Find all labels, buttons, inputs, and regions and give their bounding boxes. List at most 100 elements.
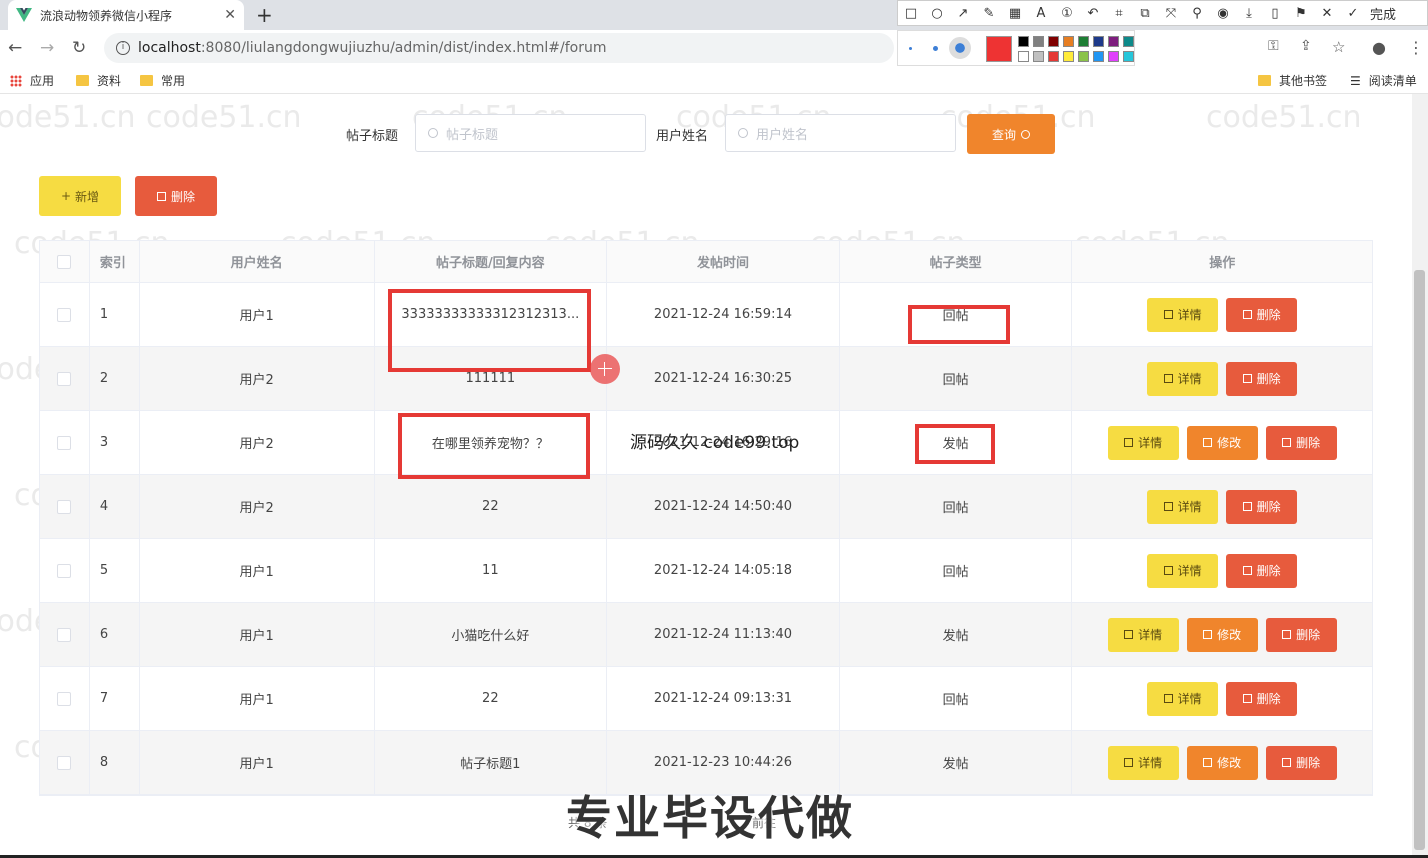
menu-icon[interactable]: ⋮ — [1408, 38, 1424, 57]
color-swatch[interactable] — [1123, 51, 1134, 62]
bookmark-apps[interactable]: 应用 — [10, 72, 54, 89]
row-checkbox[interactable] — [57, 307, 72, 322]
address-bar[interactable]: i localhost:8080/liulangdongwujiuzhu/adm… — [104, 33, 894, 63]
color-swatch[interactable] — [1123, 36, 1134, 47]
detail-button[interactable]: 详情 — [1107, 745, 1179, 780]
url-path: :8080/liulangdongwujiuzhu/admin/dist/ind… — [200, 40, 607, 56]
color-swatch[interactable] — [1078, 36, 1089, 47]
title-search-input[interactable]: 帖子标题 — [415, 114, 646, 152]
bookmark-icon[interactable]: ⚑ — [1288, 6, 1314, 21]
share-icon[interactable]: ⇪ — [1300, 38, 1312, 54]
pen-tool-icon[interactable]: ✎ — [976, 6, 1002, 21]
query-button[interactable]: 查询 — [967, 114, 1055, 154]
done-button[interactable]: 完成 — [1370, 4, 1396, 23]
reading-list[interactable]: ☰ 阅读清单 — [1350, 72, 1417, 89]
color-swatch[interactable] — [1033, 51, 1044, 62]
scrollbar-thumb[interactable] — [1414, 270, 1425, 850]
profile-icon[interactable]: ● — [1372, 38, 1386, 57]
delete-button[interactable]: 删除 — [1265, 745, 1337, 780]
mosaic-tool-icon[interactable]: ▦ — [1002, 6, 1028, 21]
pin-icon[interactable]: ⚲ — [1184, 6, 1210, 21]
confirm-icon[interactable]: ✓ — [1340, 6, 1366, 21]
detail-button[interactable]: 详情 — [1147, 361, 1219, 396]
color-swatch[interactable] — [1078, 51, 1089, 62]
pencil-icon — [1203, 438, 1213, 447]
new-tab-icon[interactable]: + — [256, 3, 273, 27]
row-time: 2021-12-24 16:59:14 — [607, 283, 840, 346]
delete-button[interactable]: 删除 — [1226, 553, 1298, 588]
key-icon[interactable]: ⚿ — [1268, 38, 1279, 54]
delete-button[interactable]: 删除 — [1226, 489, 1298, 524]
edit-button[interactable]: 修改 — [1186, 617, 1258, 652]
delete-button[interactable]: 删除 — [1226, 297, 1298, 332]
color-swatch[interactable] — [1048, 36, 1059, 47]
batch-delete-button[interactable]: 删除 — [135, 176, 217, 216]
record-icon[interactable]: ◉ — [1210, 6, 1236, 21]
bookmark-folder[interactable]: 常用 — [140, 72, 185, 89]
color-swatch[interactable] — [1018, 51, 1029, 62]
delete-button[interactable]: 删除 — [1226, 681, 1298, 716]
bookmark-folder[interactable]: 资料 — [76, 72, 121, 89]
delete-button[interactable]: 删除 — [1226, 361, 1298, 396]
color-swatch[interactable] — [1048, 51, 1059, 62]
edit-button[interactable]: 修改 — [1186, 745, 1258, 780]
ellipse-tool-icon[interactable]: ○ — [924, 6, 950, 21]
small-size-dot[interactable] — [909, 47, 912, 50]
detail-button[interactable]: 详情 — [1147, 553, 1219, 588]
reload-icon[interactable]: ↻ — [72, 38, 86, 58]
add-button[interactable]: + 新增 — [39, 176, 121, 216]
row-select-cell — [40, 347, 90, 410]
row-checkbox[interactable] — [57, 563, 72, 578]
user-search-input[interactable]: 用户姓名 — [725, 114, 956, 152]
detail-button[interactable]: 详情 — [1147, 681, 1219, 716]
color-swatch[interactable] — [1093, 51, 1104, 62]
bookmark-other[interactable]: 其他书签 — [1258, 72, 1327, 89]
row-index: 4 — [90, 475, 140, 538]
color-swatch[interactable] — [1108, 51, 1119, 62]
browser-tab[interactable]: 流浪动物领养微信小程序 ✕ — [8, 0, 244, 30]
color-swatch[interactable] — [1063, 51, 1074, 62]
color-swatch[interactable] — [1033, 36, 1044, 47]
row-checkbox[interactable] — [57, 371, 72, 386]
current-color-swatch[interactable] — [986, 36, 1012, 62]
crop-icon[interactable]: ⌗ — [1106, 6, 1132, 21]
forward-icon[interactable]: → — [40, 38, 54, 58]
phone-icon[interactable]: ▯ — [1262, 6, 1288, 21]
text-tool-icon[interactable]: A — [1028, 6, 1054, 21]
detail-button[interactable]: 详情 — [1147, 489, 1219, 524]
tab-close-icon[interactable]: ✕ — [224, 7, 236, 23]
large-size-dot[interactable] — [949, 37, 971, 59]
row-checkbox[interactable] — [57, 499, 72, 514]
delete-button[interactable]: 删除 — [1265, 425, 1337, 460]
color-swatch[interactable] — [1063, 36, 1074, 47]
table-header: 索引 用户姓名 帖子标题/回复内容 发帖时间 帖子类型 操作 — [40, 241, 1372, 283]
color-swatch[interactable] — [1018, 36, 1029, 47]
color-swatch[interactable] — [1093, 36, 1104, 47]
undo-icon[interactable]: ↶ — [1080, 6, 1106, 21]
download-icon[interactable]: ⤓ — [1236, 6, 1262, 21]
detail-button[interactable]: 详情 — [1107, 425, 1179, 460]
table-row: 4 用户2 22 2021-12-24 14:50:40 回帖 详情 删除 — [40, 475, 1372, 539]
medium-size-dot[interactable] — [933, 46, 938, 51]
row-checkbox[interactable] — [57, 691, 72, 706]
detail-button[interactable]: 详情 — [1147, 297, 1219, 332]
edit-button[interactable]: 修改 — [1186, 425, 1258, 460]
arrow-tool-icon[interactable]: ↗ — [950, 6, 976, 21]
cancel-icon[interactable]: ✕ — [1314, 6, 1340, 21]
detail-button[interactable]: 详情 — [1107, 617, 1179, 652]
back-icon[interactable]: ← — [8, 38, 22, 58]
row-checkbox[interactable] — [57, 755, 72, 770]
row-select-cell — [40, 411, 90, 474]
copy-icon[interactable]: ⧉ — [1132, 6, 1158, 21]
document-icon — [1163, 502, 1173, 511]
row-checkbox[interactable] — [57, 435, 72, 450]
delete-button[interactable]: 删除 — [1265, 617, 1337, 652]
row-checkbox[interactable] — [57, 627, 72, 642]
site-info-icon[interactable]: i — [116, 41, 130, 55]
rectangle-tool-icon[interactable]: □ — [898, 6, 924, 21]
select-all-checkbox[interactable] — [57, 254, 72, 269]
star-icon[interactable]: ☆ — [1332, 38, 1345, 56]
expand-icon[interactable]: ⤧ — [1158, 6, 1184, 21]
color-swatch[interactable] — [1108, 36, 1119, 47]
number-tool-icon[interactable]: ① — [1054, 6, 1080, 21]
